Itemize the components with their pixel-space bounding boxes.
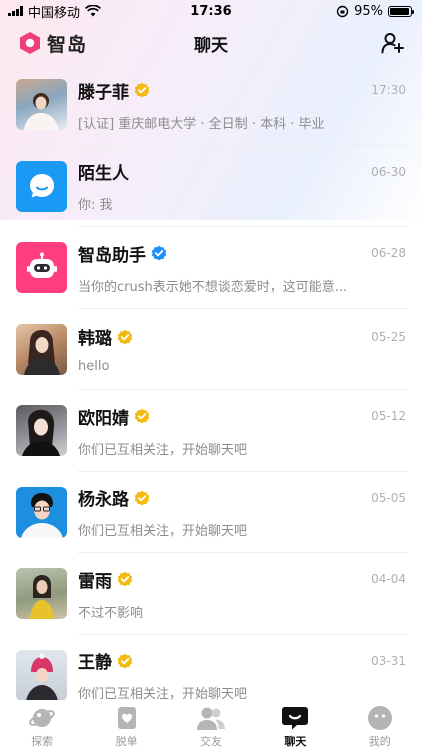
message-preview: [认证] 重庆邮电大学 · 全日制 · 本科 · 毕业	[78, 116, 325, 132]
wifi-icon	[85, 5, 102, 17]
tab-label: 交友	[199, 735, 222, 748]
message-time: 05-12	[371, 409, 406, 424]
avatar	[16, 568, 67, 620]
verified-badge-icon	[134, 490, 150, 506]
tab-dating[interactable]: 脱单	[85, 705, 169, 749]
message-time: 03-31	[371, 653, 406, 668]
verified-badge-icon	[134, 409, 150, 424]
avatar	[16, 405, 67, 457]
tab-label: 聊天	[284, 735, 307, 748]
friends-icon	[196, 707, 225, 730]
avatar	[16, 486, 67, 538]
contact-name: 智岛助手	[78, 245, 146, 266]
contact-name: 杨永路	[78, 490, 129, 511]
battery-percent: 95%	[354, 3, 383, 19]
message-time: 05-05	[371, 490, 406, 505]
tab-bar: 探索 脱单 交友 聊天 我的	[0, 700, 422, 750]
avatar	[16, 79, 67, 131]
carrier-name: 中国移动	[28, 5, 81, 21]
message-preview: hello	[78, 359, 110, 375]
tab-friends[interactable]: 交友	[169, 705, 253, 749]
chat-item[interactable]: 滕子菲 17:30 [认证] 重庆邮电大学 · 全日制 · 本科 · 毕业	[0, 64, 422, 146]
chat-item[interactable]: 欧阳婧 05-12 你们已互相关注，开始聊天吧	[0, 390, 422, 472]
add-user-icon	[381, 33, 404, 54]
chat-item[interactable]: 杨永路 05-05 你们已互相关注，开始聊天吧	[0, 472, 422, 554]
verified-badge-icon	[117, 572, 133, 587]
message-preview: 不过不影响	[78, 605, 144, 621]
verified-badge-icon	[134, 83, 150, 98]
contact-name: 王静	[78, 653, 112, 674]
contact-name: 雷雨	[78, 571, 112, 592]
status-right: 95%	[336, 3, 414, 19]
tab-explore[interactable]: 探索	[0, 705, 84, 749]
message-preview: 你们已互相关注，开始聊天吧	[78, 524, 248, 540]
message-time: 17:30	[371, 83, 406, 98]
message-preview: 当你的crush表示她不想谈恋爱时，这可能意...	[78, 279, 348, 295]
chat-item[interactable]: 陌生人 06-30 你: 我	[0, 146, 422, 228]
message-time: 06-30	[371, 164, 406, 179]
profile-icon	[367, 706, 392, 730]
brand-hexagon-icon	[20, 32, 40, 54]
status-left: 中国移动	[8, 2, 102, 21]
chat-icon	[282, 707, 309, 730]
verified-badge-icon	[117, 329, 133, 345]
heart-card-icon	[117, 707, 136, 729]
tab-label: 我的	[368, 735, 391, 748]
message-time: 05-25	[371, 329, 406, 344]
chat-item[interactable]: 雷雨 04-04 不过不影响	[0, 553, 422, 635]
signal-icon	[8, 6, 23, 16]
message-preview: 你: 我	[78, 198, 113, 214]
nav-bar: 智岛 聊天	[0, 22, 422, 64]
verified-badge-icon	[151, 246, 167, 261]
planet-icon	[29, 709, 56, 727]
avatar	[16, 323, 67, 375]
avatar	[16, 160, 67, 212]
tab-chat[interactable]: 聊天	[253, 705, 337, 749]
avatar	[16, 649, 67, 701]
robot-icon	[26, 252, 57, 278]
status-bar: 中国移动 17:36 95%	[0, 0, 422, 22]
brand-name: 智岛	[47, 33, 88, 56]
tab-label: 脱单	[115, 735, 138, 748]
tab-label: 探索	[31, 735, 54, 748]
add-friend-button[interactable]	[380, 30, 406, 56]
chat-item[interactable]: 韩璐 05-25 hello	[0, 309, 422, 391]
chat-item[interactable]: 智岛助手 06-28 当你的crush表示她不想谈恋爱时，这可能意...	[0, 227, 422, 309]
verified-badge-icon	[117, 653, 133, 669]
message-time: 04-04	[371, 572, 406, 587]
rotation-lock-icon	[336, 5, 349, 17]
chat-bubble-icon	[29, 174, 54, 198]
avatar	[16, 242, 67, 294]
contact-name: 滕子菲	[78, 82, 129, 103]
contact-name: 陌生人	[78, 164, 129, 185]
chat-list: 滕子菲 17:30 [认证] 重庆邮电大学 · 全日制 · 本科 · 毕业 陌生…	[0, 64, 422, 716]
tab-profile[interactable]: 我的	[338, 705, 422, 749]
message-time: 06-28	[371, 246, 406, 261]
brand-logo[interactable]: 智岛	[18, 30, 87, 57]
message-preview: 你们已互相关注，开始聊天吧	[78, 442, 248, 458]
battery-icon	[388, 5, 414, 17]
contact-name: 欧阳婧	[78, 408, 129, 429]
contact-name: 韩璐	[78, 329, 112, 350]
